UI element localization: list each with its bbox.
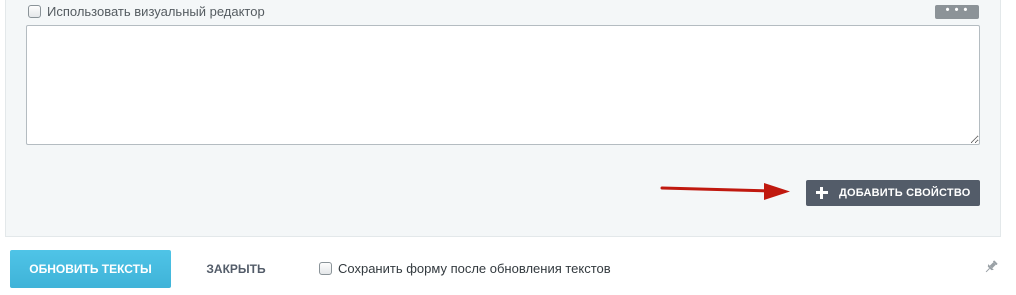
arrow-right-icon	[660, 183, 790, 200]
properties-form: Использовать визуальный редактор • • • Д…	[0, 0, 1016, 295]
save-form-toggle[interactable]: Сохранить форму после обновления текстов	[319, 261, 611, 276]
more-options-button[interactable]: • • •	[935, 5, 979, 19]
save-form-checkbox[interactable]	[319, 262, 332, 275]
add-property-button[interactable]: Добавить свойство	[806, 180, 980, 206]
pin-icon[interactable]	[983, 259, 999, 275]
add-property-label: Добавить свойство	[839, 187, 971, 199]
close-button[interactable]: Закрыть	[198, 250, 274, 288]
update-texts-button[interactable]: Обновить тексты	[10, 250, 171, 288]
visual-editor-label: Использовать визуальный редактор	[47, 4, 265, 19]
save-form-label: Сохранить форму после обновления текстов	[338, 261, 611, 276]
text-editor-textarea[interactable]	[26, 25, 980, 145]
plus-icon	[816, 187, 828, 199]
visual-editor-toggle[interactable]: Использовать визуальный редактор	[28, 4, 265, 19]
visual-editor-checkbox[interactable]	[28, 5, 41, 18]
